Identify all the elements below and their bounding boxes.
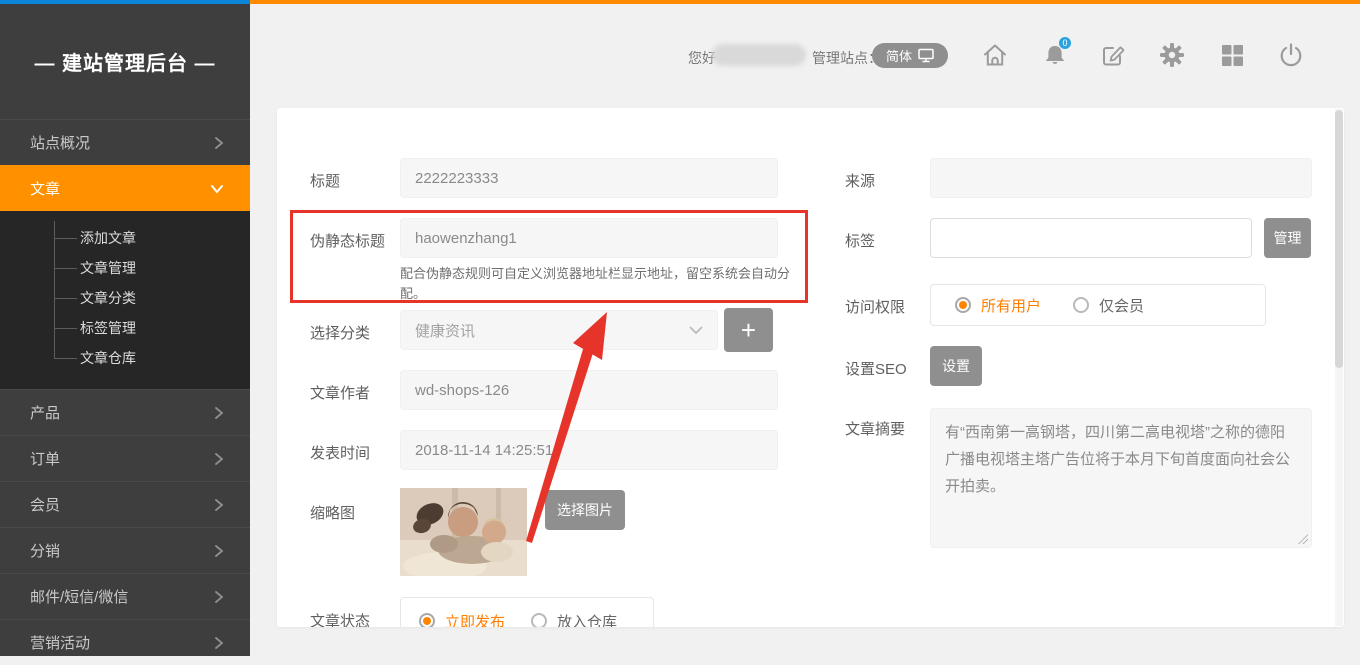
tags-label: 标签: [845, 230, 875, 251]
sidebar-item-article-category[interactable]: 文章分类: [0, 283, 250, 313]
app-logo: — 建站管理后台 —: [0, 4, 250, 119]
title-input[interactable]: [400, 158, 778, 198]
radio-all-users[interactable]: [955, 297, 971, 313]
title-label: 标题: [310, 170, 340, 191]
sidebar-item-distribution[interactable]: 分销: [0, 527, 250, 573]
radio-members-only[interactable]: [1073, 297, 1089, 313]
resize-handle[interactable]: [1298, 534, 1308, 544]
sidebar: — 建站管理后台 — 站点概况 文章 添加文章 文章管理 文章分类 标签管理 文…: [0, 4, 250, 656]
seo-label: 设置SEO: [845, 358, 907, 379]
sidebar-item-label: 会员: [30, 494, 60, 515]
choose-image-button[interactable]: 选择图片: [545, 490, 625, 530]
radio-all-users-label[interactable]: 所有用户: [981, 295, 1041, 316]
sidebar-item-label: 文章: [30, 178, 60, 199]
manage-tags-button[interactable]: 管理: [1264, 218, 1311, 258]
chevron-right-icon: [214, 452, 224, 466]
publish-time-label: 发表时间: [310, 442, 370, 463]
sidebar-item-article[interactable]: 文章: [0, 165, 250, 211]
sidebar-item-product[interactable]: 产品: [0, 389, 250, 435]
seo-settings-button[interactable]: 设置: [930, 346, 982, 386]
panel-scrollbar[interactable]: [1335, 109, 1343, 626]
chevron-right-icon: [214, 406, 224, 420]
submenu-label: 添加文章: [80, 228, 136, 248]
site-preview-button[interactable]: 简体: [872, 43, 948, 68]
slug-input[interactable]: [400, 218, 778, 258]
author-label: 文章作者: [310, 382, 370, 403]
sidebar-item-member[interactable]: 会员: [0, 481, 250, 527]
logout-power-icon[interactable]: [1277, 41, 1305, 69]
sidebar-item-tag-manage[interactable]: 标签管理: [0, 313, 250, 343]
scrollbar-thumb[interactable]: [1335, 110, 1343, 368]
submenu-label: 标签管理: [80, 318, 136, 338]
sidebar-item-article-store[interactable]: 文章仓库: [0, 343, 250, 373]
publish-time-input[interactable]: [400, 430, 778, 470]
apps-grid-icon[interactable]: [1218, 41, 1246, 69]
chevron-right-icon: [214, 498, 224, 512]
sidebar-item-label: 分销: [30, 540, 60, 561]
chevron-down-icon: [210, 184, 224, 194]
notifications-bell-icon[interactable]: 0: [1041, 41, 1069, 69]
lang-label: 简体: [886, 46, 912, 65]
source-label: 来源: [845, 170, 875, 191]
sidebar-item-marketing[interactable]: 营销活动: [0, 619, 250, 665]
access-label: 访问权限: [845, 296, 905, 317]
monitor-icon: [918, 48, 934, 63]
sidebar-item-article-manage[interactable]: 文章管理: [0, 253, 250, 283]
add-category-button[interactable]: +: [724, 308, 773, 352]
home-icon[interactable]: [981, 41, 1009, 69]
submenu-label: 文章仓库: [80, 348, 136, 368]
status-radio-group: 立即发布 放入仓库: [400, 597, 654, 627]
radio-to-store-label[interactable]: 放入仓库: [557, 611, 617, 628]
sidebar-item-label: 站点概况: [30, 132, 90, 153]
slug-label: 伪静态标题: [310, 230, 385, 251]
category-select[interactable]: 健康资讯: [400, 310, 718, 350]
submenu-label: 文章管理: [80, 258, 136, 278]
category-selected-value: 健康资讯: [415, 320, 475, 341]
radio-members-only-label[interactable]: 仅会员: [1099, 295, 1144, 316]
chevron-down-icon: [689, 326, 703, 335]
chevron-right-icon: [214, 636, 224, 650]
radio-to-store[interactable]: [531, 613, 547, 627]
sidebar-item-label: 产品: [30, 402, 60, 423]
compose-edit-icon[interactable]: [1099, 41, 1127, 69]
summary-label: 文章摘要: [845, 418, 905, 439]
status-label: 文章状态: [310, 610, 370, 627]
sidebar-item-label: 营销活动: [30, 632, 90, 653]
radio-publish-now-label[interactable]: 立即发布: [445, 611, 505, 628]
author-input[interactable]: [400, 370, 778, 410]
notification-badge: 0: [1058, 36, 1072, 50]
submenu-label: 文章分类: [80, 288, 136, 308]
sidebar-item-site-overview[interactable]: 站点概况: [0, 119, 250, 165]
summary-text: 有“西南第一高钢塔，四川第二高电视塔”之称的德阳广播电视塔主塔广告位将于本月下旬…: [945, 424, 1290, 495]
access-radio-group: 所有用户 仅会员: [930, 284, 1266, 326]
sidebar-submenu-article: 添加文章 文章管理 文章分类 标签管理 文章仓库: [0, 211, 250, 389]
settings-gear-icon[interactable]: [1158, 41, 1186, 69]
sidebar-item-mail-sms-wechat[interactable]: 邮件/短信/微信: [0, 573, 250, 619]
slug-hint: 配合伪静态规则可自定义浏览器地址栏显示地址，留空系统会自动分配。: [400, 264, 798, 304]
thumbnail-image[interactable]: [400, 488, 527, 576]
category-label: 选择分类: [310, 322, 370, 343]
chevron-right-icon: [214, 590, 224, 604]
chevron-right-icon: [214, 544, 224, 558]
sidebar-item-label: 邮件/短信/微信: [30, 586, 128, 607]
sidebar-item-add-article[interactable]: 添加文章: [0, 223, 250, 253]
sidebar-item-label: 订单: [30, 448, 60, 469]
header-top-strip: [250, 0, 1360, 4]
summary-textarea[interactable]: 有“西南第一高钢塔，四川第二高电视塔”之称的德阳广播电视塔主塔广告位将于本月下旬…: [930, 408, 1312, 548]
source-input[interactable]: [930, 158, 1312, 198]
username-redacted: [712, 44, 806, 66]
tags-input[interactable]: [930, 218, 1252, 258]
sidebar-item-order[interactable]: 订单: [0, 435, 250, 481]
radio-publish-now[interactable]: [419, 613, 435, 627]
chevron-right-icon: [214, 136, 224, 150]
article-edit-panel: 标题 伪静态标题 配合伪静态规则可自定义浏览器地址栏显示地址，留空系统会自动分配…: [277, 108, 1344, 627]
thumbnail-label: 缩略图: [310, 502, 355, 523]
